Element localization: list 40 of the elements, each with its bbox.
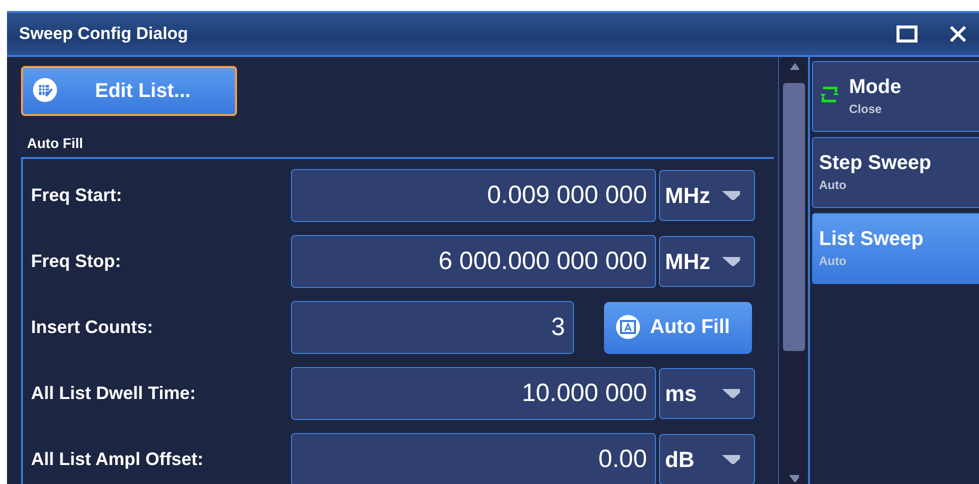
softkey-button[interactable]: Mode Close [812, 61, 979, 132]
value-field[interactable]: 0.00 [291, 433, 656, 484]
field-label: All List Dwell Time: [31, 383, 197, 404]
scroll-down-icon [788, 475, 798, 482]
scrollbar-thumb[interactable] [782, 83, 804, 351]
field-label: Freq Start: [31, 185, 124, 206]
field-label: All List Ampl Offset: [31, 449, 204, 470]
maximize-button[interactable] [896, 25, 918, 43]
softkey-sublabel: Close [849, 102, 883, 116]
unit-dropdown[interactable]: dB [659, 434, 755, 484]
dropdown-caret-icon [722, 257, 740, 266]
cycle-icon [819, 84, 841, 104]
dropdown-caret-icon [722, 389, 740, 398]
softkey-button[interactable]: Step Sweep Auto [812, 137, 979, 208]
softkey-label: List Sweep [819, 228, 924, 251]
value-field[interactable]: 10.000 000 [291, 367, 656, 420]
value-field[interactable]: 6 000.000 000 000 [291, 235, 656, 288]
section-title: Auto Fill [27, 134, 84, 152]
softkey-sublabel: Auto [819, 178, 848, 192]
scrollbar[interactable] [778, 57, 808, 484]
close-icon [948, 24, 968, 44]
dropdown-caret-icon [722, 455, 740, 464]
value-field[interactable]: 3 [291, 301, 574, 354]
field-label: Freq Stop: [31, 251, 122, 272]
field-label: Insert Counts: [31, 317, 154, 338]
window-title: Sweep Config Dialog [19, 24, 188, 44]
unit-dropdown[interactable]: ms [659, 368, 755, 419]
scroll-up-icon [788, 63, 798, 70]
value-field[interactable]: 0.009 000 000 [291, 169, 656, 222]
dropdown-caret-icon [722, 191, 740, 200]
softkey-label: Step Sweep [819, 152, 932, 175]
edit-list-icon [33, 78, 59, 104]
auto-fill-icon [616, 314, 642, 340]
softkey-sublabel: Auto [819, 254, 848, 268]
edit-list-button[interactable]: Edit List... [21, 66, 237, 116]
unit-dropdown[interactable]: MHz [659, 236, 755, 287]
unit-dropdown[interactable]: MHz [659, 170, 755, 221]
maximize-icon [896, 25, 918, 43]
close-button[interactable] [948, 24, 968, 44]
softkey-label: Mode [849, 76, 902, 99]
